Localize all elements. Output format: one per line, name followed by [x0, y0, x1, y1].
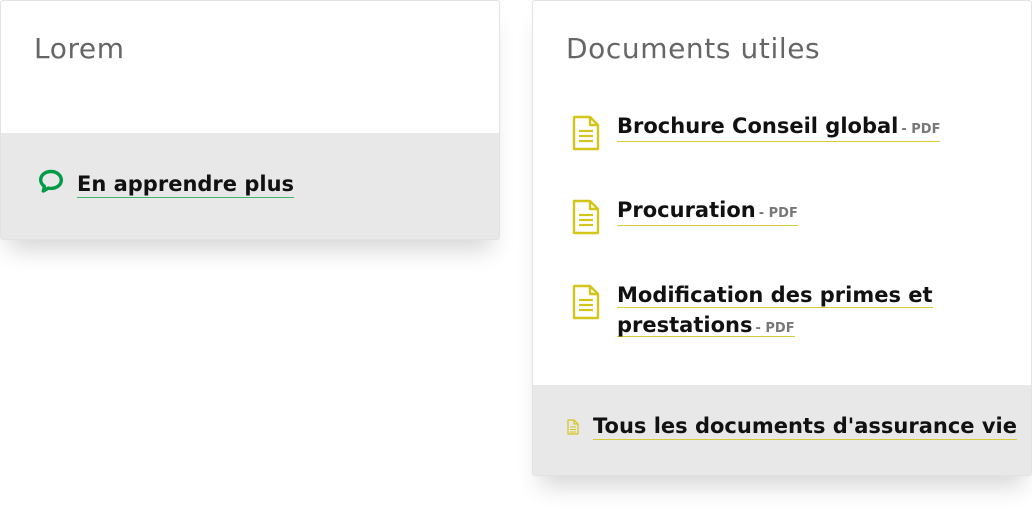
document-item[interactable]: Brochure Conseil global - PDF: [571, 111, 1011, 151]
document-link[interactable]: Procuration - PDF: [617, 195, 798, 226]
document-title[interactable]: Procuration: [617, 198, 756, 222]
card-title: Lorem: [34, 32, 125, 65]
document-item[interactable]: Procuration - PDF: [571, 195, 1011, 235]
lorem-card: Lorem En apprendre plus: [0, 0, 500, 240]
document-icon: [572, 284, 600, 320]
document-icon: [572, 199, 600, 235]
documents-card: Documents utiles Brochure Conseil global…: [532, 0, 1032, 476]
document-icon: [572, 115, 600, 151]
document-icon: [567, 418, 579, 435]
card-footer: Tous les documents d'assurance vie: [533, 385, 1031, 475]
document-title-continued[interactable]: prestations - PDF: [617, 313, 795, 337]
document-title[interactable]: prestations: [617, 313, 752, 337]
file-type-badge: - PDF: [758, 206, 798, 221]
all-documents-label[interactable]: Tous les documents d'assurance vie: [593, 413, 1017, 440]
chat-bubble-icon: [39, 169, 63, 193]
document-link[interactable]: Brochure Conseil global - PDF: [617, 111, 941, 142]
document-item[interactable]: Modification des primes et prestations - …: [571, 280, 1011, 340]
learn-more-label[interactable]: En apprendre plus: [77, 171, 295, 198]
learn-more-link[interactable]: En apprendre plus: [37, 169, 295, 198]
document-title[interactable]: Modification des primes et: [617, 283, 933, 308]
file-type-badge: - PDF: [755, 321, 795, 336]
document-link[interactable]: Modification des primes et prestations - …: [617, 280, 933, 340]
file-type-badge: - PDF: [901, 122, 941, 137]
card-footer: En apprendre plus: [1, 133, 499, 239]
all-documents-link[interactable]: Tous les documents d'assurance vie: [566, 413, 1017, 440]
card-title: Documents utiles: [566, 32, 821, 65]
document-title[interactable]: Brochure Conseil global: [617, 114, 898, 138]
